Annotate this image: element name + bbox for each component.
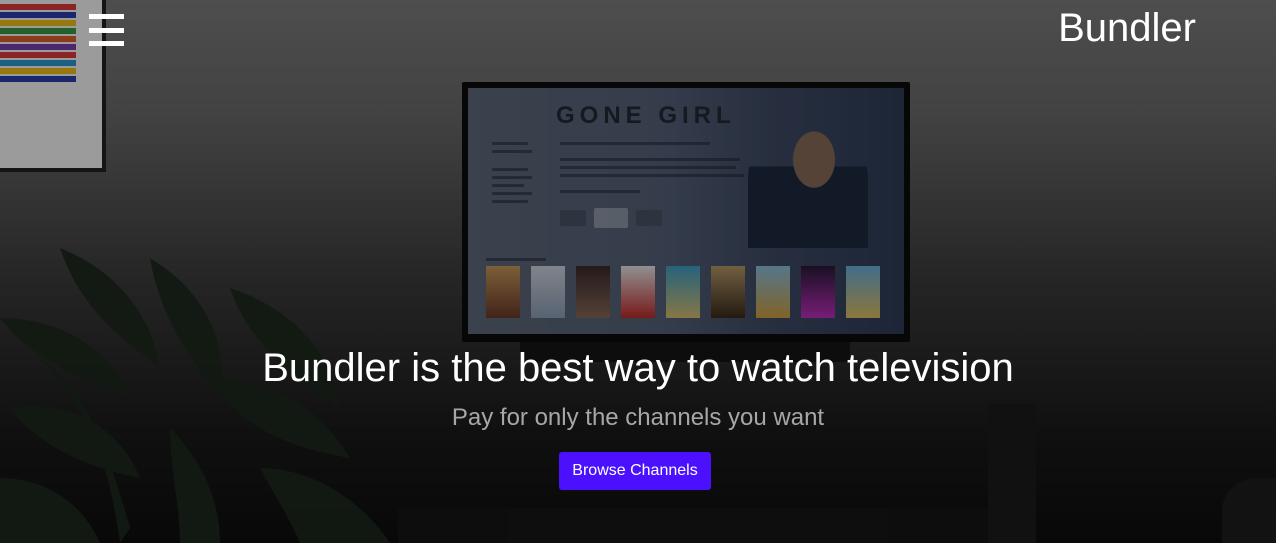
hamburger-menu-icon[interactable]	[89, 14, 124, 46]
browse-channels-button[interactable]: Browse Channels	[559, 452, 711, 490]
hero-subheadline: Pay for only the channels you want	[451, 404, 825, 431]
menu-bar-bottom	[89, 41, 124, 46]
menu-bar-middle	[89, 27, 124, 33]
menu-bar-top	[89, 14, 124, 19]
brand-logo-link[interactable]: Bundler	[1058, 6, 1196, 50]
hero-headline: Bundler is the best way to watch televis…	[262, 346, 1014, 390]
hero-section: GONE GIRL Bundler Bundler is the best wa…	[0, 0, 1276, 543]
